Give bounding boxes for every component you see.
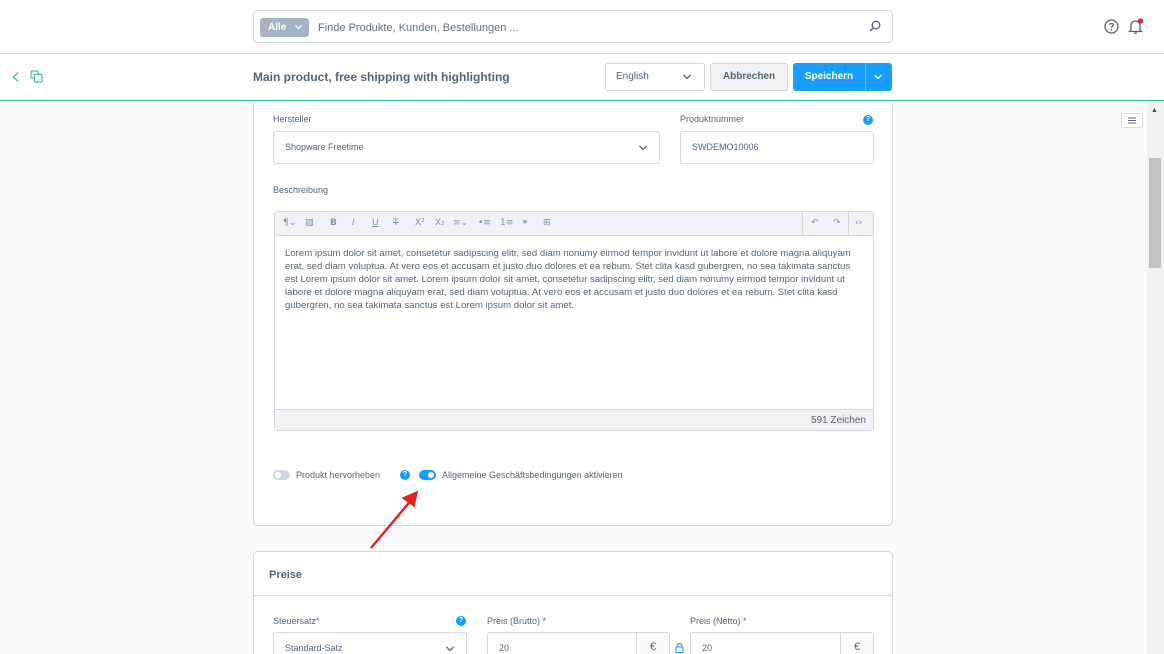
- numbered-list-icon[interactable]: 1≡: [500, 218, 513, 228]
- chevron-down-icon: [294, 18, 303, 44]
- terms-label: Allgemeine Geschäftsbedingungen aktivier…: [442, 470, 623, 480]
- redo-icon[interactable]: ↷: [833, 218, 841, 228]
- product-number-value: SWDEMO10006: [692, 142, 759, 152]
- subscript-icon[interactable]: X₂: [435, 218, 445, 228]
- scroll-up-icon[interactable]: ▲: [1151, 107, 1158, 114]
- save-button-divider: [865, 63, 866, 91]
- manufacturer-select[interactable]: Shopware Freetime: [273, 131, 660, 164]
- prices-card: Preise Steuersatz* ? Standard-Satz Preis…: [253, 551, 893, 654]
- superscript-icon[interactable]: X²: [415, 218, 425, 228]
- highlight-product-toggle[interactable]: [273, 470, 290, 480]
- currency-addon: €: [840, 633, 873, 654]
- manufacturer-value: Shopware Freetime: [285, 142, 364, 152]
- bell-icon[interactable]: [1128, 18, 1144, 35]
- help-icon[interactable]: ?: [863, 115, 873, 125]
- page-scrollbar[interactable]: ▲: [1147, 101, 1164, 654]
- product-number-input[interactable]: SWDEMO10006: [680, 131, 874, 164]
- chevron-down-icon[interactable]: [873, 72, 883, 82]
- editor-footer: 591 Zeichen: [275, 409, 873, 430]
- lock-icon[interactable]: [675, 642, 684, 653]
- language-value: English: [616, 71, 649, 82]
- character-count: 591 Zeichen: [810, 415, 866, 426]
- tax-rate-select[interactable]: Standard-Satz: [273, 632, 467, 654]
- bullet-list-icon[interactable]: •≡: [478, 218, 491, 228]
- code-view-icon[interactable]: ‹›: [855, 218, 862, 228]
- align-icon[interactable]: ≡⌄: [453, 218, 468, 228]
- annotation-arrow: [370, 490, 419, 549]
- search-type-label: Alle: [268, 22, 287, 33]
- undo-icon[interactable]: ↶: [811, 218, 819, 228]
- help-icon[interactable]: [1104, 19, 1119, 34]
- scrollbar-thumb[interactable]: [1149, 158, 1161, 268]
- help-icon[interactable]: ?: [456, 616, 466, 626]
- net-price-value: 20: [702, 643, 713, 653]
- help-icon[interactable]: ?: [400, 470, 410, 480]
- chevron-down-icon: [639, 145, 647, 151]
- sidebar-menu-button[interactable]: [1121, 113, 1143, 128]
- back-icon[interactable]: [11, 71, 21, 83]
- tax-rate-value: Standard-Satz: [285, 643, 343, 653]
- save-button[interactable]: Speichern: [793, 63, 892, 91]
- save-button-label: Speichern: [804, 71, 854, 82]
- content-area: Hersteller Shopware Freetime Produktnumm…: [0, 101, 1164, 654]
- page-title: Main product, free shipping with highlig…: [253, 70, 510, 84]
- editor-toolbar: ¶⌄ ▧ B I U T X² X₂ ≡⌄ •≡ 1≡ ⚭ ⊞ ↶ ↷ ‹›: [275, 212, 873, 236]
- menu-icon: [1128, 117, 1136, 124]
- terms-toggle[interactable]: [419, 470, 436, 480]
- prices-title: Preise: [269, 569, 303, 581]
- top-header: Alle: [0, 0, 1164, 54]
- table-icon[interactable]: ⊞: [543, 218, 551, 228]
- underline-icon[interactable]: U: [372, 218, 379, 228]
- toolbar-divider: [848, 212, 849, 236]
- copy-icon[interactable]: [30, 70, 43, 83]
- language-select[interactable]: English: [605, 63, 705, 91]
- toolbar-divider: [802, 212, 803, 236]
- link-icon[interactable]: ⚭: [521, 218, 529, 228]
- gross-price-value: 20: [499, 643, 510, 653]
- net-price-input[interactable]: 20 €: [690, 632, 874, 654]
- description-editor[interactable]: ¶⌄ ▧ B I U T X² X₂ ≡⌄ •≡ 1≡ ⚭ ⊞ ↶ ↷ ‹› L…: [274, 211, 874, 431]
- paragraph-format-icon[interactable]: ¶⌄: [283, 218, 296, 228]
- toggle-knob: [275, 472, 281, 478]
- chevron-down-icon: [683, 74, 691, 80]
- product-number-label: Produktnummer: [680, 114, 745, 124]
- search-type-select[interactable]: Alle: [260, 18, 309, 37]
- toggle-knob: [428, 472, 434, 478]
- general-info-card: Hersteller Shopware Freetime Produktnumm…: [253, 101, 893, 526]
- chevron-down-icon: [446, 646, 454, 652]
- tax-rate-label: Steuersatz*: [273, 616, 320, 626]
- global-search[interactable]: Alle: [253, 10, 893, 43]
- search-input[interactable]: [318, 19, 848, 36]
- gross-price-input[interactable]: 20 €: [487, 632, 670, 654]
- gross-price-label: Preis (Brutto) *: [487, 616, 547, 626]
- cancel-button[interactable]: Abbrechen: [710, 63, 788, 91]
- clear-format-icon[interactable]: ▧: [305, 218, 314, 228]
- italic-icon[interactable]: I: [352, 218, 355, 228]
- currency-addon: €: [636, 633, 669, 654]
- highlight-product-label: Produkt hervorheben: [296, 470, 381, 480]
- net-price-label: Preis (Netto) *: [690, 616, 747, 626]
- description-label: Beschreibung: [273, 185, 329, 195]
- description-text[interactable]: Lorem ipsum dolor sit amet, consetetur s…: [285, 247, 865, 312]
- strikethrough-icon[interactable]: T: [393, 218, 399, 228]
- smart-bar: Main product, free shipping with highlig…: [0, 54, 1164, 101]
- manufacturer-label: Hersteller: [273, 114, 312, 124]
- bold-icon[interactable]: B: [330, 218, 337, 228]
- card-divider: [254, 595, 892, 596]
- search-icon[interactable]: [869, 20, 881, 32]
